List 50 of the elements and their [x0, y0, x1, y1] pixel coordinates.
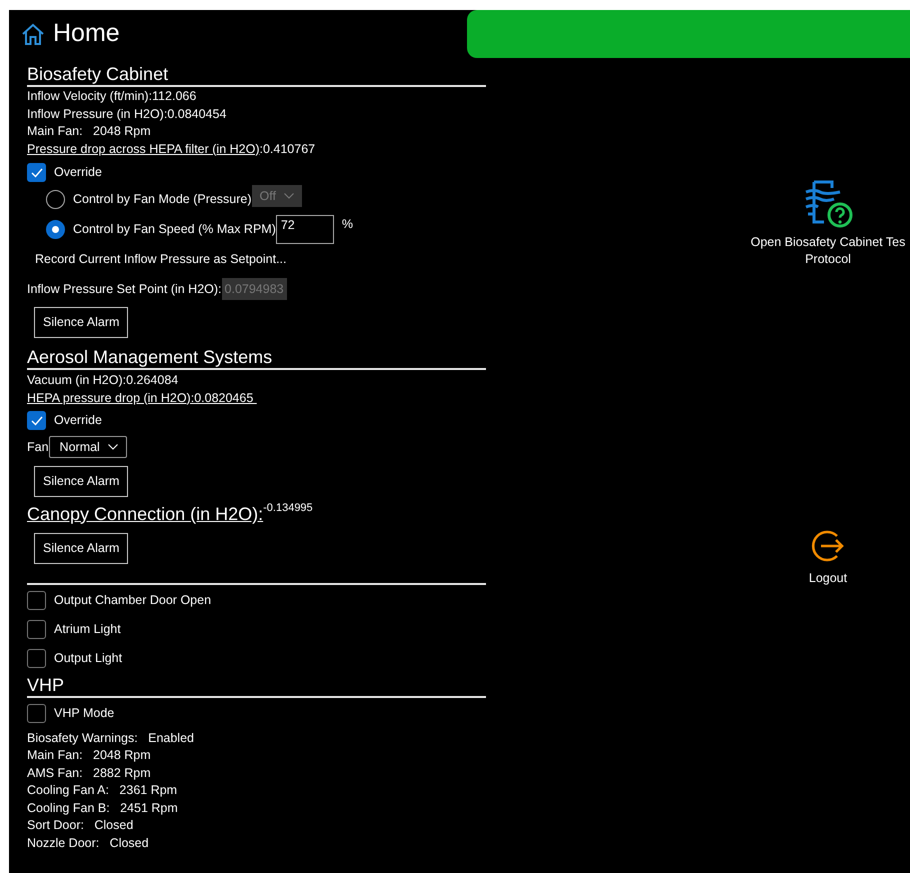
checkmark-icon: [30, 168, 42, 178]
checkbox[interactable]: [27, 648, 46, 668]
action-label[interactable]: Open Biosafety Cabinet Tes Protocol: [750, 234, 906, 268]
field-label: Fan: [27, 438, 49, 456]
reading-text: Main Fan: 2048 Rpm: [27, 123, 152, 140]
status-text: Cooling Fan A: 2361 Rpm: [27, 782, 178, 799]
checkbox[interactable]: [27, 411, 46, 430]
input-field[interactable]: 72: [276, 214, 334, 244]
radio-label[interactable]: Control by Fan Speed (% Max RPM): [73, 220, 276, 238]
logout-icon[interactable]: [810, 528, 846, 564]
section-heading: Canopy Connection (in H2O):: [27, 502, 264, 525]
checkbox[interactable]: [27, 163, 46, 182]
checkbox-label[interactable]: Override: [54, 411, 102, 430]
silence-alarm-button[interactable]: Silence Alarm: [34, 307, 128, 338]
checkbox-label[interactable]: VHP Mode: [54, 704, 114, 722]
status-text: Sort Door: Closed: [27, 817, 134, 834]
reading-text: HEPA pressure drop (in H2O):0.0820465: [27, 390, 254, 407]
reading-text: Inflow Velocity (ft/min):112.066: [27, 88, 198, 105]
checkmark-icon: [30, 416, 42, 426]
status-text: Nozzle Door: Closed: [27, 834, 150, 852]
silence-alarm-button[interactable]: Silence Alarm: [34, 532, 128, 564]
section-heading: Aerosol Management Systems: [27, 346, 274, 368]
status-text: Main Fan: 2048 Rpm: [27, 747, 152, 764]
section-heading: Biosafety Cabinet: [27, 63, 170, 85]
reading-text: Inflow Pressure (in H2O):0.0840454: [27, 106, 228, 123]
radio-button[interactable]: [46, 220, 65, 238]
checkbox[interactable]: [27, 620, 46, 638]
record-setpoint-link[interactable]: Record Current Inflow Pressure as Setpoint...: [35, 251, 486, 268]
checkbox-label[interactable]: Atrium Light: [54, 620, 121, 638]
checkbox-label[interactable]: Output Chamber Door Open: [54, 590, 212, 610]
dropdown[interactable]: Normal: [48, 436, 127, 458]
checkbox-label[interactable]: Output Light: [54, 648, 122, 668]
checkbox[interactable]: [27, 590, 46, 610]
checkbox-label[interactable]: Override: [54, 163, 102, 182]
action-label[interactable]: Logout: [808, 570, 848, 587]
home-icon[interactable]: [21, 23, 45, 45]
status-text: Biosafety Warnings: Enabled: [27, 730, 195, 747]
caret-icon: [108, 444, 118, 450]
checkbox[interactable]: [27, 704, 46, 722]
unit-label: %: [342, 216, 353, 233]
canopy-value: -0.134995: [263, 500, 313, 516]
silence-alarm-button[interactable]: Silence Alarm: [34, 466, 128, 497]
reading-text: Pressure drop across HEPA filter (in H2O):0.410767: [27, 140, 316, 158]
page-title: Home: [53, 18, 120, 50]
section-heading: VHP: [27, 674, 66, 696]
status-text: Cooling Fan B: 2451 Rpm: [27, 800, 179, 817]
reading-text: Vacuum (in H2O):0.264084: [27, 372, 180, 389]
status-text: AMS Fan: 2882 Rpm: [27, 764, 152, 782]
caret-icon: [284, 193, 294, 199]
field-label: Inflow Pressure Set Point (in H2O):: [27, 280, 222, 298]
